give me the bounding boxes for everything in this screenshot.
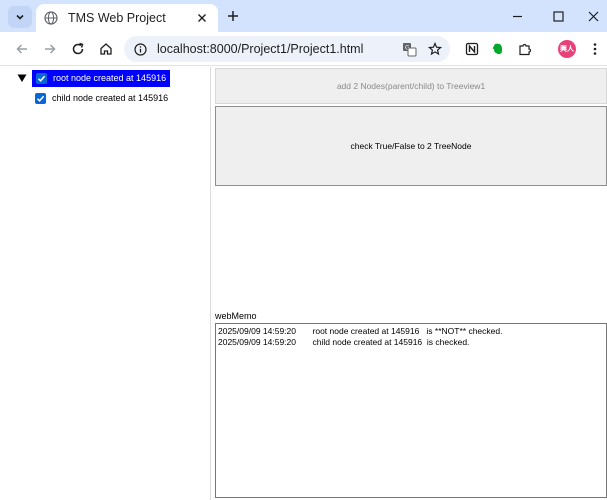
- memo-line: 2025/09/09 14:59:20 child node created a…: [218, 336, 470, 347]
- memo-line: 2025/09/09 14:59:20 root node created at…: [218, 326, 503, 336]
- close-icon: [198, 14, 206, 22]
- maximize-icon: [552, 10, 564, 22]
- memo-label: webMemo: [215, 311, 257, 321]
- minimize-icon: [512, 15, 522, 17]
- maximize-button[interactable]: [543, 4, 573, 28]
- close-icon: [588, 11, 598, 21]
- puzzle-icon: [519, 43, 532, 56]
- more-vertical-icon: [593, 43, 597, 55]
- home-icon: [100, 43, 112, 55]
- tree-node-child[interactable]: child node created at 145916: [35, 89, 168, 107]
- home-button[interactable]: [94, 37, 118, 61]
- plus-icon: [228, 11, 238, 21]
- tree-node-label: child node created at 145916: [52, 93, 169, 103]
- check-nodes-button[interactable]: check True/False to 2 TreeNode: [215, 106, 607, 186]
- profile-button[interactable]: 興人: [555, 37, 579, 61]
- tree-node-child-checkbox[interactable]: [35, 92, 46, 104]
- minimize-button[interactable]: [502, 4, 532, 28]
- tree-node-root[interactable]: root node created at 145916: [0, 69, 211, 87]
- tree-node-root-checkbox[interactable]: [36, 72, 47, 84]
- notion-icon: [465, 42, 479, 56]
- chevron-down-icon: [16, 14, 24, 20]
- add-nodes-button[interactable]: add 2 Nodes(parent/child) to Treeview1: [215, 68, 607, 104]
- translate-icon: G: [402, 42, 416, 56]
- arrow-right-icon: [45, 44, 56, 54]
- reload-icon: [72, 42, 84, 55]
- reload-button[interactable]: [66, 37, 90, 61]
- star-icon: [428, 42, 442, 56]
- close-window-button[interactable]: [578, 4, 607, 28]
- treeview[interactable]: root node created at 145916 child node c…: [0, 67, 211, 500]
- bookmark-button[interactable]: [424, 38, 446, 60]
- arrow-left-icon: [16, 44, 27, 54]
- forward-button[interactable]: [38, 37, 62, 61]
- checkmark-icon: [37, 75, 46, 82]
- evernote-extension-button[interactable]: [486, 37, 510, 61]
- globe-icon: [44, 11, 58, 25]
- tab-strip: TMS Web Project: [0, 0, 607, 32]
- tab-title: TMS Web Project: [68, 11, 166, 25]
- browser-menu-button[interactable]: [583, 37, 607, 61]
- translate-button[interactable]: G: [398, 38, 420, 60]
- extensions-button[interactable]: [513, 37, 537, 61]
- page-content: root node created at 145916 child node c…: [0, 67, 607, 500]
- avatar: 興人: [558, 40, 576, 58]
- evernote-icon: [492, 43, 503, 55]
- new-tab-button[interactable]: [222, 5, 244, 27]
- checkmark-icon: [36, 95, 45, 102]
- web-memo[interactable]: 2025/09/09 14:59:20 root node created at…: [215, 323, 607, 498]
- url-text: localhost:8000/Project1/Project1.html: [157, 42, 364, 56]
- address-bar[interactable]: localhost:8000/Project1/Project1.html G: [124, 36, 450, 62]
- triangle-down-icon[interactable]: [17, 73, 27, 83]
- browser-toolbar: localhost:8000/Project1/Project1.html G …: [0, 32, 607, 66]
- tab-close-button[interactable]: [192, 8, 212, 28]
- tree-node-label: root node created at 145916: [53, 73, 167, 83]
- browser-tab[interactable]: TMS Web Project: [36, 4, 218, 32]
- notion-extension-button[interactable]: [460, 37, 484, 61]
- site-info-icon[interactable]: [134, 42, 147, 56]
- tab-search-button[interactable]: [8, 6, 32, 28]
- tree-node-root-selection: root node created at 145916: [32, 69, 171, 87]
- back-button[interactable]: [10, 37, 34, 61]
